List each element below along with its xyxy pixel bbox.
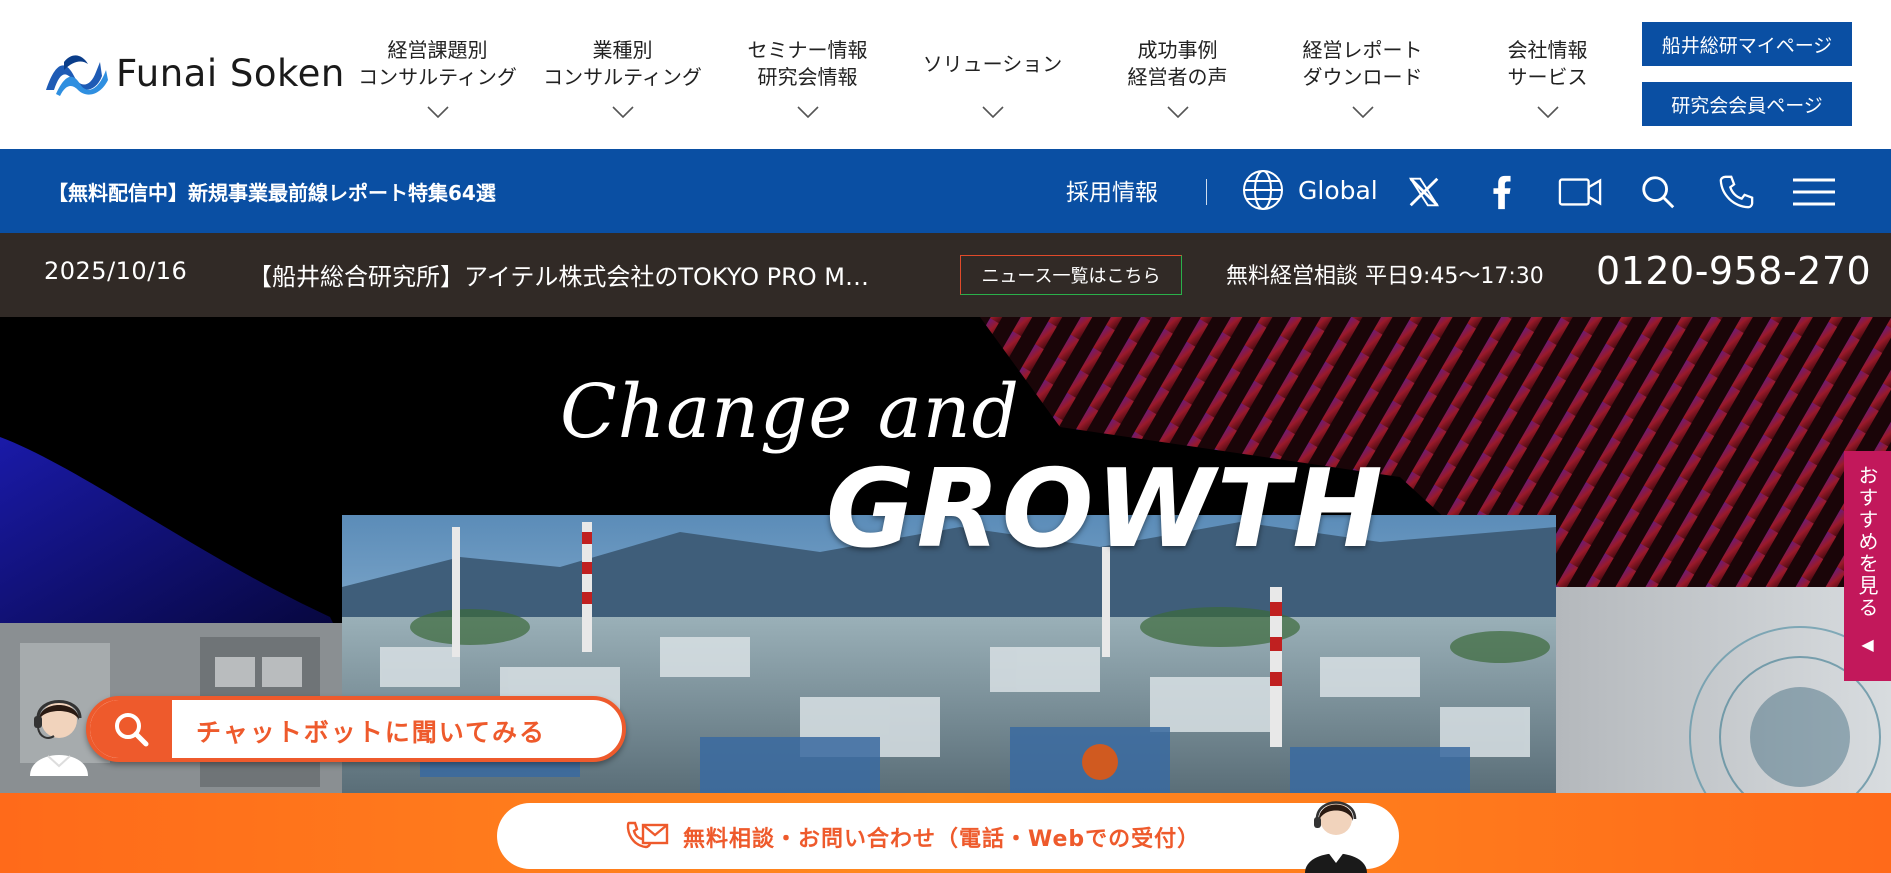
news-list-button[interactable]: ニュース一覧はこちら [960, 255, 1182, 295]
menu-icon[interactable] [1792, 173, 1836, 211]
search-icon[interactable] [1636, 173, 1680, 211]
funai-soken-logo[interactable]: Funai Soken [44, 50, 345, 96]
phone-number-link[interactable]: 0120-958-270 [1596, 249, 1871, 293]
operator-avatar [1305, 801, 1367, 873]
chevron-down-icon [345, 106, 530, 122]
facebook-icon[interactable] [1480, 173, 1524, 211]
utility-bar: 【無料配信中】新規事業最前線レポート特集64選 採用情報 Global [0, 149, 1891, 233]
logo-wave-icon [46, 55, 108, 96]
nav-label: 経営課題別 コンサルティング [358, 38, 517, 89]
chevron-down-icon [1455, 106, 1640, 122]
global-link[interactable]: Global [1242, 169, 1378, 211]
news-date: 2025/10/16 [44, 257, 188, 285]
triangle-left-icon: ◀ [1861, 635, 1874, 654]
contact-cta-button[interactable]: 無料相談・お問い合わせ（電話・Webでの受付） [497, 801, 1399, 873]
nav-label: 成功事例 経営者の声 [1127, 38, 1228, 89]
chatbot-pill: チャットボットに聞いてみる [86, 696, 626, 762]
phone-mail-icon [626, 821, 669, 849]
recommend-side-tab[interactable]: おすすめを見る ◀ [1844, 451, 1891, 681]
phone-icon[interactable] [1714, 173, 1758, 211]
site-header: Funai Soken 経営課題別 コンサルティング 業種別 コンサルティング … [0, 0, 1891, 149]
video-icon[interactable] [1558, 173, 1602, 211]
promo-link[interactable]: 【無料配信中】新規事業最前線レポート特集64選 [48, 177, 496, 206]
chevron-down-icon [1085, 106, 1270, 122]
nav-label: 業種別 コンサルティング [543, 38, 702, 89]
nav-item-management-issues[interactable]: 経営課題別 コンサルティング [345, 34, 530, 122]
recruit-link[interactable]: 採用情報 [1066, 173, 1158, 207]
nav-label: ソリューション [922, 51, 1063, 76]
nav-item-industry[interactable]: 業種別 コンサルティング [530, 34, 715, 122]
nav-item-seminar[interactable]: セミナー情報 研究会情報 [715, 34, 900, 122]
nav-label: 会社情報 サービス [1507, 38, 1588, 89]
consult-hours: 無料経営相談 平日9:45〜17:30 [1226, 264, 1544, 289]
nav-label: セミナー情報 研究会情報 [747, 38, 868, 89]
nav-label: 経営レポート ダウンロード [1302, 38, 1423, 89]
operator-avatar [30, 700, 88, 776]
x-icon[interactable] [1402, 173, 1446, 211]
news-bar: 2025/10/16 【船井総合研究所】アイテル株式会社のTOKYO PRO M… [0, 233, 1891, 317]
global-label: Global [1298, 175, 1378, 205]
member-page-button[interactable]: 研究会会員ページ [1642, 82, 1852, 126]
main-nav: 経営課題別 コンサルティング 業種別 コンサルティング セミナー情報 研究会情報… [345, 34, 1640, 122]
mypage-button[interactable]: 船井総研マイページ [1642, 22, 1852, 66]
globe-icon [1243, 170, 1283, 210]
nav-item-solution[interactable]: ソリューション [900, 34, 1085, 122]
chatbot-label: チャットボットに聞いてみる [196, 718, 547, 747]
cta-bar: 無料相談・お問い合わせ（電話・Webでの受付） [0, 793, 1891, 873]
chatbot-button[interactable]: チャットボットに聞いてみる [14, 686, 626, 786]
hero-script-text: Change and [560, 369, 1020, 455]
cta-label: 無料相談・お問い合わせ（電話・Webでの受付） [683, 827, 1201, 852]
nav-item-reports[interactable]: 経営レポート ダウンロード [1270, 34, 1455, 122]
nav-item-company[interactable]: 会社情報 サービス [1455, 34, 1640, 122]
side-tab-label: おすすめを見る [1855, 465, 1879, 619]
news-headline-link[interactable]: 【船井総合研究所】アイテル株式会社のTOKYO PRO M… [248, 257, 918, 292]
nav-item-success-cases[interactable]: 成功事例 経営者の声 [1085, 34, 1270, 122]
chevron-down-icon [1270, 106, 1455, 122]
chevron-down-icon [715, 106, 900, 122]
chevron-down-icon [900, 106, 1085, 122]
chevron-down-icon [530, 106, 715, 122]
divider [1206, 179, 1207, 205]
logo-text: Funai Soken [116, 51, 345, 95]
hero-title: GROWTH [826, 447, 1385, 572]
